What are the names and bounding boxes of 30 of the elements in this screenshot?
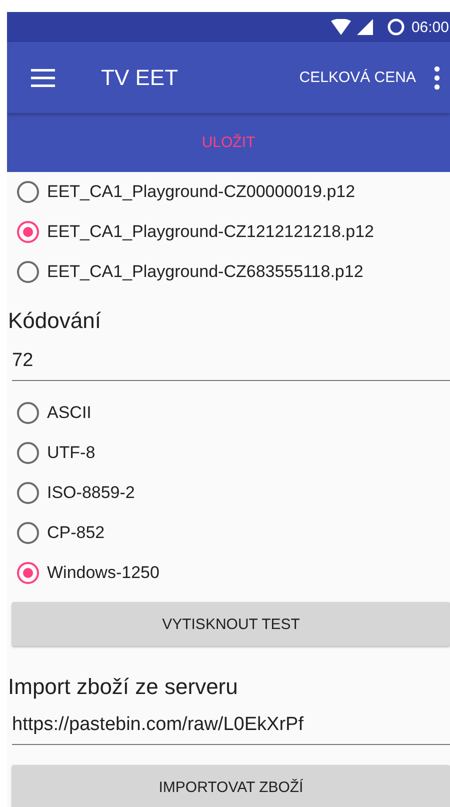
radio-label: CP-852 bbox=[47, 523, 105, 543]
radio-label: ISO-8859-2 bbox=[47, 483, 135, 503]
input-field[interactable]: 72 bbox=[12, 342, 450, 381]
total-price-button[interactable]: CELKOVÁ CENA bbox=[299, 69, 416, 86]
radio-button[interactable] bbox=[17, 522, 39, 544]
url-field[interactable]: https://pastebin.com/raw/L0EkXrPf bbox=[12, 706, 450, 745]
section-heading: Import zboží ze serveru bbox=[7, 673, 239, 701]
circle-icon bbox=[387, 18, 406, 36]
clock-time: 06:00 bbox=[411, 18, 449, 36]
radio-label: UTF-8 bbox=[47, 443, 96, 463]
radio-label: EET_CA1_Playground-CZ00000019.p12 bbox=[47, 182, 356, 202]
radio-button[interactable] bbox=[17, 562, 39, 584]
radio-button[interactable] bbox=[17, 221, 39, 243]
radio-button[interactable] bbox=[17, 402, 39, 424]
radio-button[interactable] bbox=[17, 482, 39, 504]
radio-button[interactable] bbox=[17, 181, 39, 203]
app-title: TV EET bbox=[101, 64, 180, 90]
print-test-button[interactable]: VYTISKNOUT TEST bbox=[12, 602, 450, 646]
radio-button[interactable] bbox=[17, 261, 39, 283]
wifi-icon bbox=[331, 19, 352, 35]
section-heading: Kódování bbox=[7, 307, 102, 335]
radio-button[interactable] bbox=[17, 442, 39, 464]
radio-label: EET_CA1_Playground-CZ683555118.p12 bbox=[47, 262, 364, 282]
menu-icon[interactable] bbox=[31, 68, 55, 86]
signal-icon bbox=[357, 19, 374, 35]
radio-label: EET_CA1_Playground-CZ1212121218.p12 bbox=[47, 222, 374, 242]
radio-label: Windows-1250 bbox=[47, 563, 160, 583]
import-button[interactable]: IMPORTOVAT ZBOŽÍ bbox=[12, 765, 450, 807]
more-icon[interactable] bbox=[434, 66, 440, 90]
radio-label: ASCII bbox=[47, 403, 92, 423]
